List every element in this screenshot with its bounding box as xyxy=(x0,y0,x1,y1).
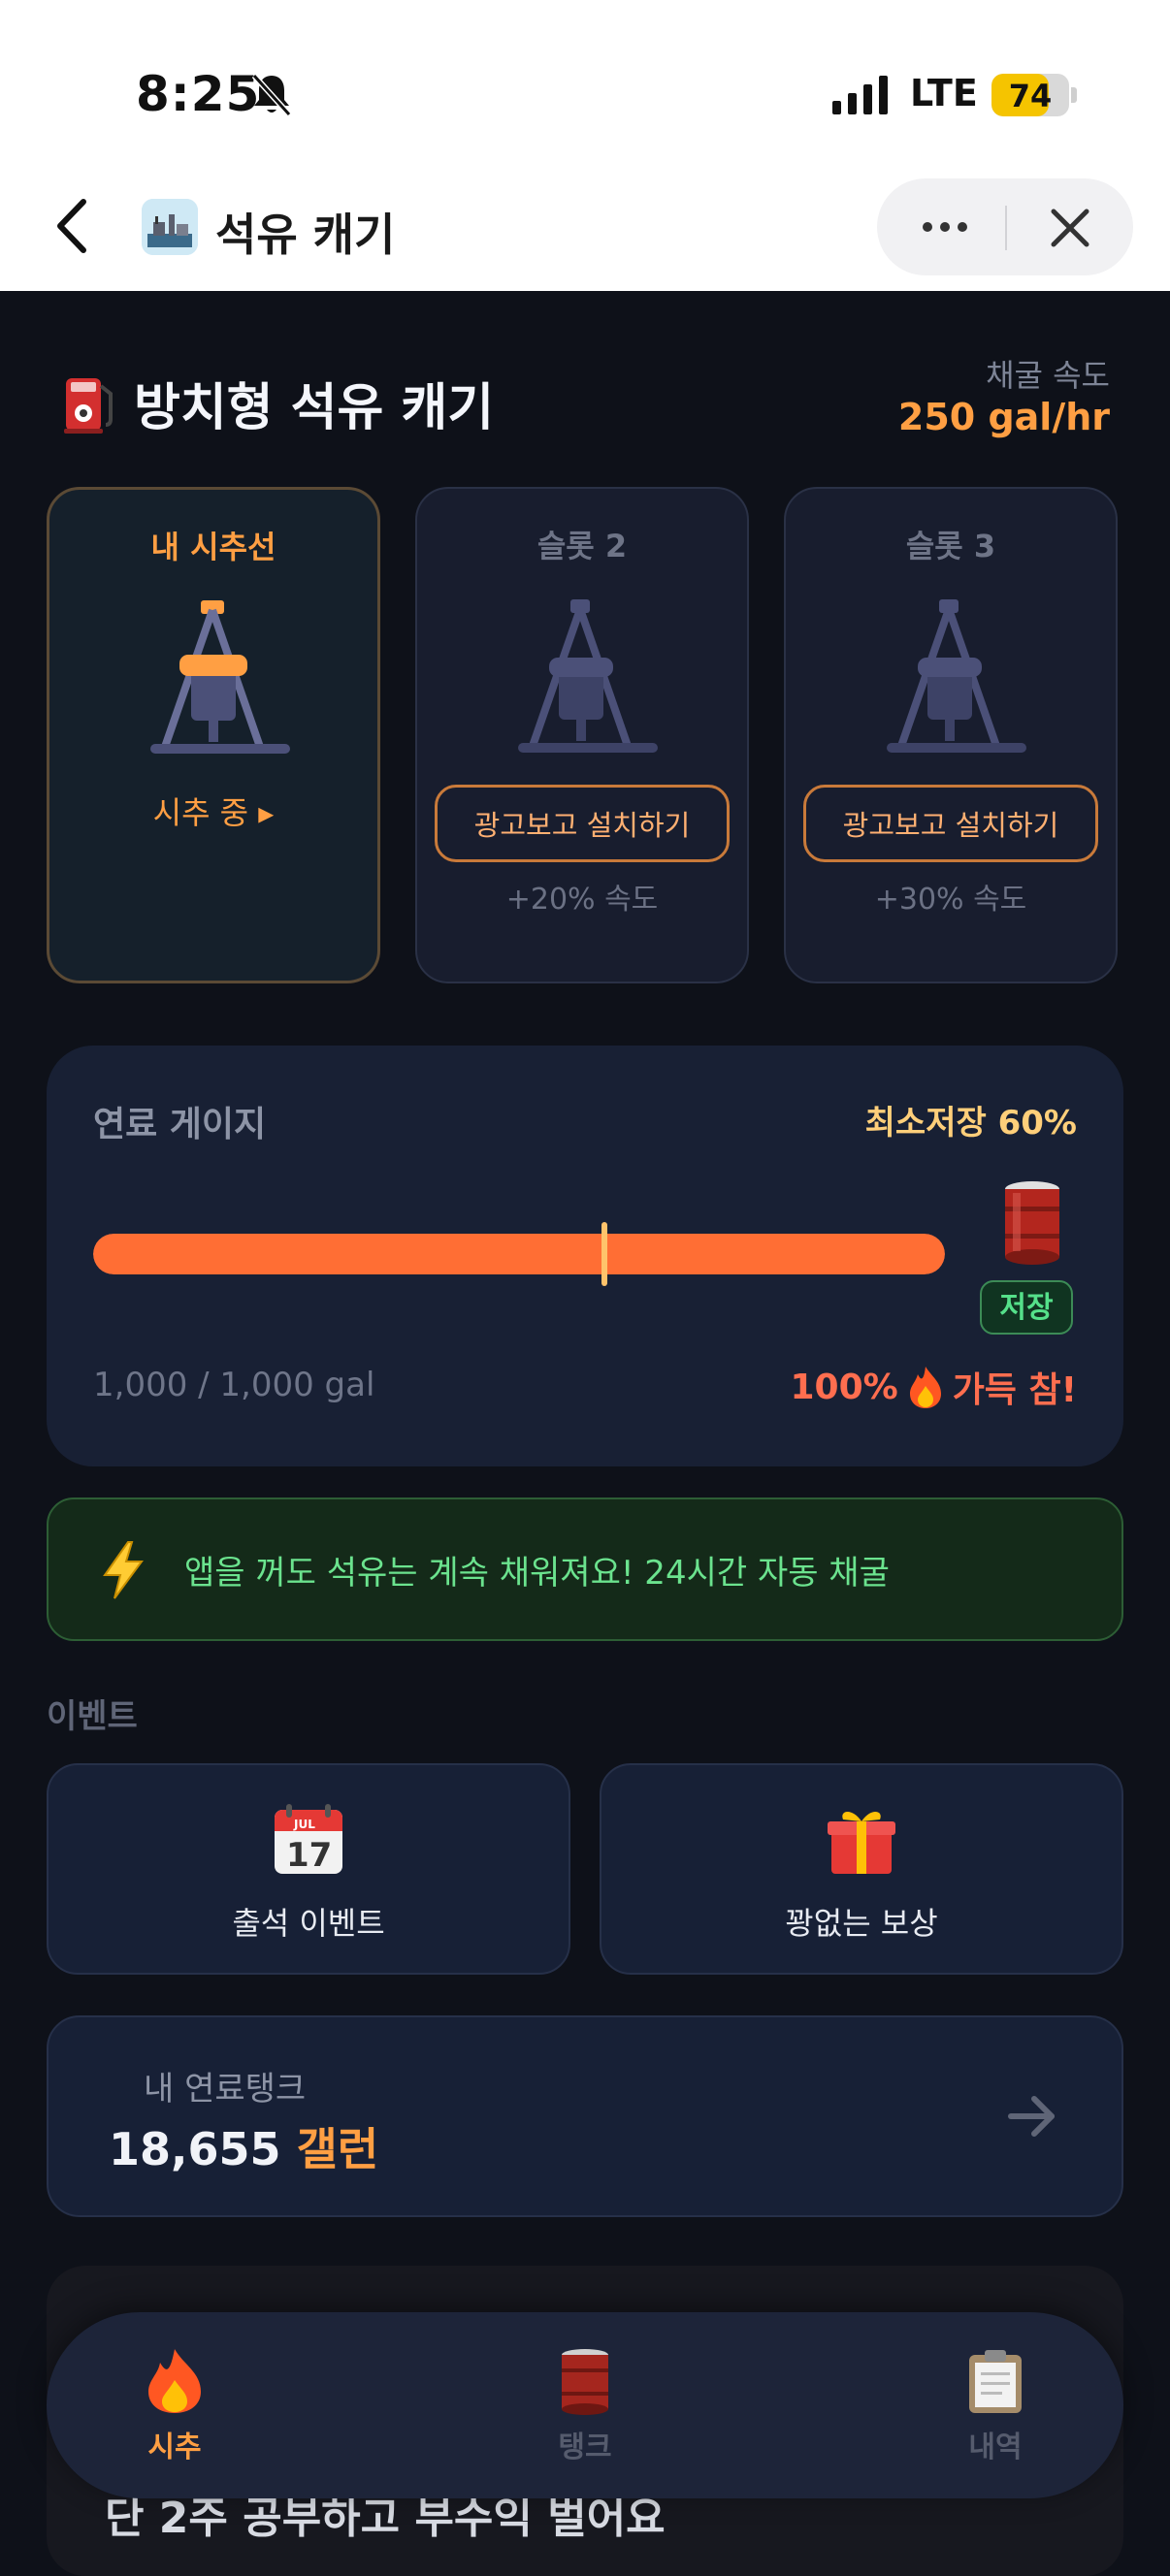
tab-history[interactable]: 내역 xyxy=(898,2347,1092,2465)
fuel-gauge-card: 연료 게이지 최소저장 60% 저장 1,000 / 1,000 gal 100… xyxy=(47,1046,1123,1466)
app-title: 석유 캐기 xyxy=(215,209,396,261)
full-status: 100% 가득 참! xyxy=(790,1362,1077,1412)
slot-3: 슬롯 3 광고보고 설치하기 +30% 속도 xyxy=(784,487,1118,983)
fire-icon xyxy=(148,2349,201,2413)
install-with-ad-button[interactable]: 광고보고 설치하기 xyxy=(803,785,1098,862)
slot-label: 내 시추선 xyxy=(150,529,276,565)
oil-rig-icon xyxy=(518,599,658,753)
arrow-right-icon xyxy=(1008,2096,1055,2137)
store-button[interactable]: 저장 xyxy=(980,1280,1073,1335)
tank-label: 내 연료탱크 xyxy=(144,2070,307,2109)
min-storage-label: 최소저장 60% xyxy=(864,1104,1077,1143)
battery-indicator: 74 xyxy=(991,74,1069,116)
lightning-icon xyxy=(103,1541,144,1599)
install-with-ad-button[interactable]: 광고보고 설치하기 xyxy=(435,785,730,862)
fuel-pump-icon xyxy=(64,377,113,434)
speed-bonus: +30% 속도 xyxy=(874,883,1027,917)
events-section-title: 이벤트 xyxy=(47,1697,138,1736)
calendar-month: JUL xyxy=(293,1818,315,1831)
tank-amount: 18,655 xyxy=(109,2123,281,2175)
tab-label: 시추 xyxy=(147,2431,202,2464)
slot-label: 슬롯 3 xyxy=(905,528,996,564)
page-title: 방치형 석유 캐기 xyxy=(134,379,495,437)
network-type: LTE xyxy=(910,72,978,114)
fuel-amount: 1,000 / 1,000 gal xyxy=(93,1366,375,1404)
battery-level: 74 xyxy=(1008,78,1053,114)
bottom-tab-bar: 시추 탱크 내역 xyxy=(47,2312,1123,2498)
tank-unit: 갤런 xyxy=(296,2123,379,2175)
capsule-divider xyxy=(1005,206,1007,250)
oil-rig-icon xyxy=(150,600,290,754)
tab-drilling[interactable]: 시추 xyxy=(78,2347,272,2465)
speed-bonus: +20% 속도 xyxy=(505,883,659,917)
barrel-icon xyxy=(1005,1181,1059,1265)
oil-rig-icon xyxy=(887,599,1026,753)
notice-text: 앱을 꺼도 석유는 계속 채워져요! 24시간 자동 채굴 xyxy=(184,1554,890,1593)
tab-tank[interactable]: 탱크 xyxy=(488,2347,682,2465)
fire-icon xyxy=(909,1367,941,1408)
gauge-track xyxy=(93,1234,945,1274)
attendance-event-card[interactable]: JUL 17 출석 이벤트 xyxy=(47,1763,570,1975)
fuel-tank-card[interactable]: 내 연료탱크 18,655 갤런 xyxy=(47,2015,1123,2217)
calendar-day: 17 xyxy=(286,1836,332,1875)
event-label: 꽝없는 보상 xyxy=(785,1905,938,1942)
no-miss-reward-card[interactable]: 꽝없는 보상 xyxy=(600,1763,1123,1975)
close-icon[interactable] xyxy=(1046,204,1094,252)
clipboard-icon xyxy=(969,2350,1022,2413)
tab-label: 내역 xyxy=(968,2431,1023,2464)
battery-tip xyxy=(1071,87,1077,103)
auto-mining-notice: 앱을 꺼도 석유는 계속 채워져요! 24시간 자동 채굴 xyxy=(47,1497,1123,1641)
tank-value: 18,655 갤런 xyxy=(109,2114,378,2178)
slot-2: 슬롯 2 광고보고 설치하기 +20% 속도 xyxy=(415,487,749,983)
mining-rate-value: 250 gal/hr xyxy=(897,396,1110,438)
slot-label: 슬롯 2 xyxy=(536,528,628,564)
gauge-title: 연료 게이지 xyxy=(93,1105,267,1144)
bell-muted-icon xyxy=(251,73,292,117)
slot-my-rig[interactable]: 내 시추선 시추 중 ▸ xyxy=(47,487,380,983)
status-time: 8:25 xyxy=(136,66,261,122)
barrel-icon xyxy=(562,2349,608,2415)
back-arrow-icon[interactable] xyxy=(49,194,97,258)
tab-label: 탱크 xyxy=(558,2431,612,2464)
signal-icon xyxy=(832,76,888,114)
gift-icon xyxy=(828,1812,895,1874)
full-label: 가득 참! xyxy=(952,1370,1077,1410)
gauge-fill xyxy=(93,1234,945,1274)
mini-app-capsule xyxy=(877,178,1133,275)
full-percent: 100% xyxy=(790,1367,898,1407)
mining-rate-label: 채굴 속도 xyxy=(986,357,1110,394)
more-icon[interactable] xyxy=(916,208,974,246)
app-icon xyxy=(142,199,198,255)
min-storage-marker xyxy=(601,1222,607,1286)
calendar-icon: JUL 17 xyxy=(275,1804,342,1875)
rig-status: 시추 중 ▸ xyxy=(152,794,275,831)
event-label: 출석 이벤트 xyxy=(232,1905,385,1942)
page-header: 방치형 석유 캐기 xyxy=(62,367,494,439)
